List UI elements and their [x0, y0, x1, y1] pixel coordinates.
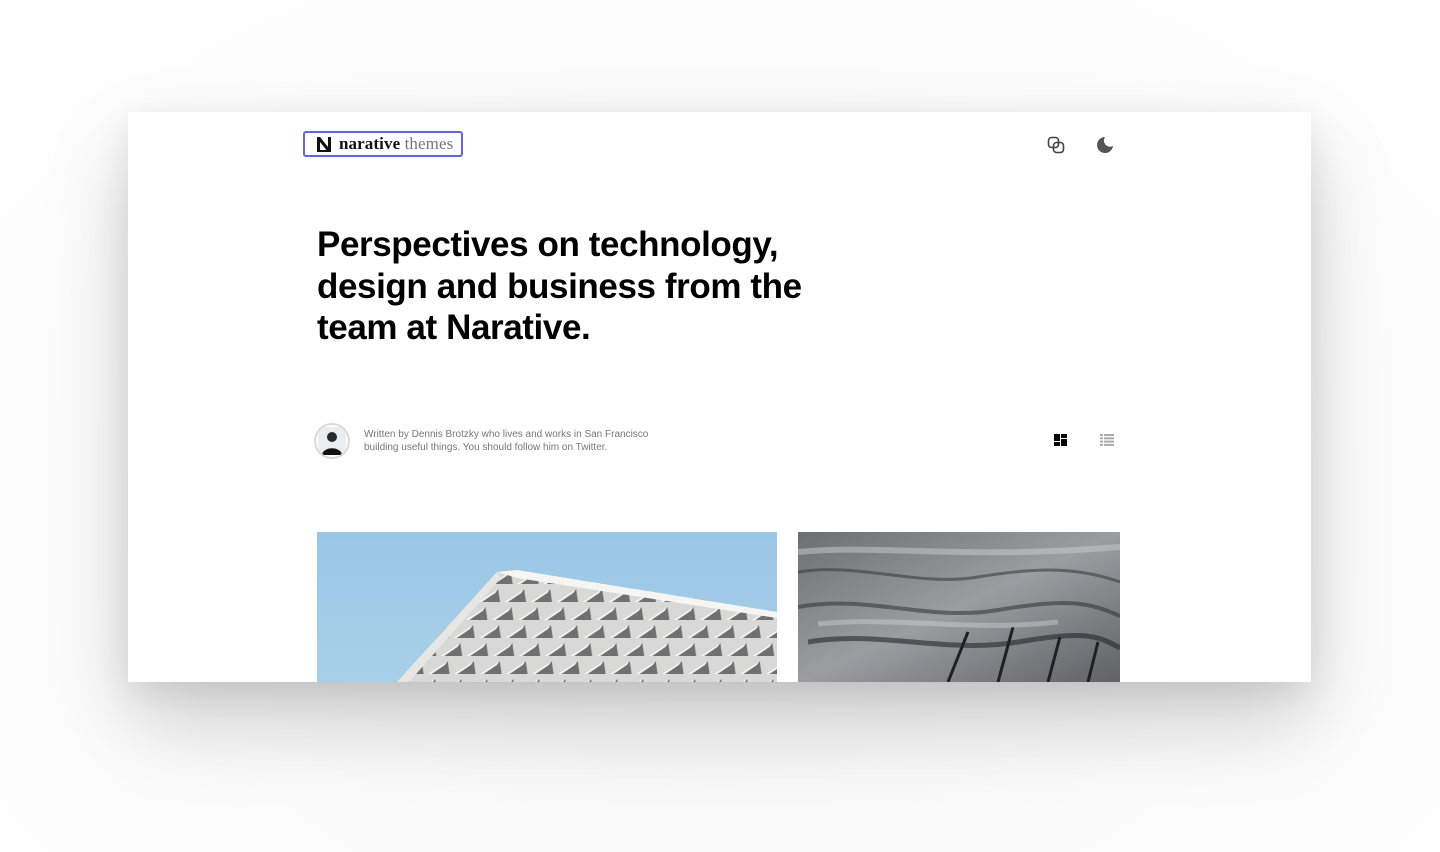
narative-n-logo-icon [317, 136, 331, 152]
list-view-icon [1100, 434, 1114, 446]
browser-window: narative themes Perspectives on technolo… [128, 112, 1311, 682]
logo-suffix: themes [404, 134, 454, 153]
grid-view-icon [1054, 434, 1067, 446]
copy-link-button[interactable] [1044, 133, 1068, 157]
presentation-stage: narative themes Perspectives on technolo… [0, 0, 1440, 852]
article-card-image[interactable] [317, 532, 777, 682]
author-bio: Written by Dennis Brotzky who lives and … [314, 423, 664, 459]
narative-logo[interactable]: narative themes [303, 131, 463, 157]
logo-brand: narative [339, 134, 401, 153]
hero-headline: Perspectives on technology, design and b… [317, 225, 802, 347]
list-view-button[interactable] [1095, 428, 1119, 452]
dark-mode-toggle[interactable] [1093, 133, 1117, 157]
article-card-image[interactable] [798, 532, 1120, 682]
rock-texture-photo [798, 532, 1120, 682]
author-bio-text: Written by Dennis Brotzky who lives and … [364, 429, 649, 453]
logo-text: narative themes [339, 134, 453, 154]
moon-icon [1097, 137, 1113, 153]
grid-view-button[interactable] [1049, 428, 1073, 452]
avatar-portrait [318, 427, 346, 455]
copy-link-icon [1047, 136, 1065, 154]
avatar[interactable] [314, 423, 350, 459]
architecture-photo [317, 532, 777, 682]
